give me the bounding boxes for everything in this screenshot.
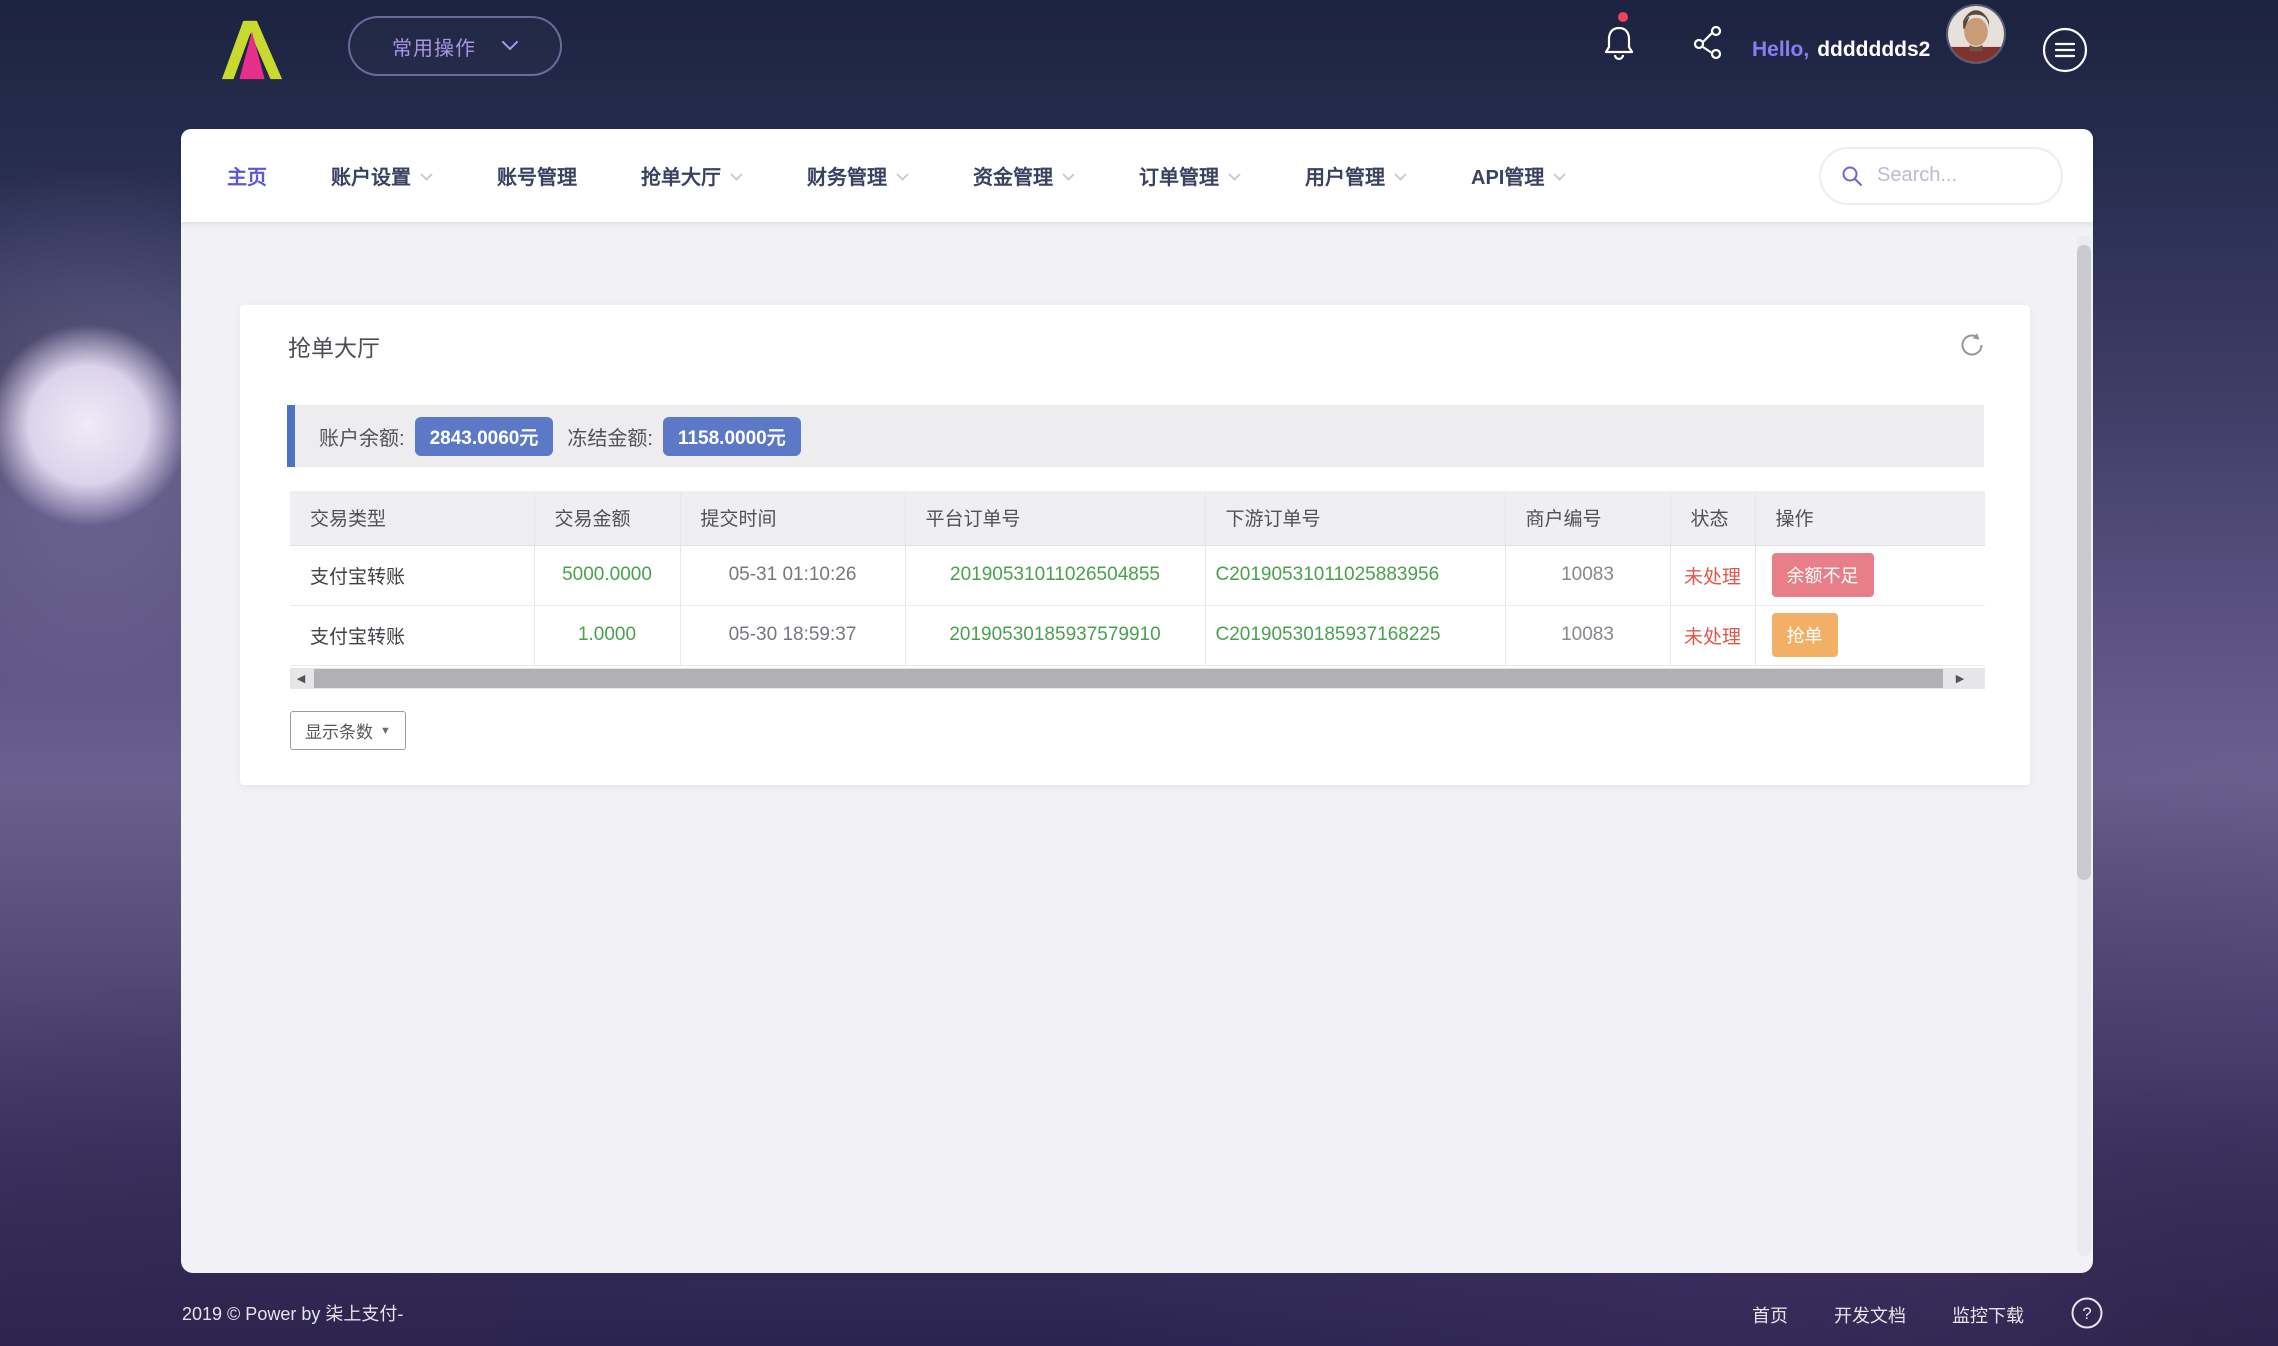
col-header-downstream-order: 下游订单号 — [1205, 491, 1505, 545]
brand-logo-icon[interactable] — [218, 18, 286, 80]
quick-actions-label: 常用操作 — [392, 32, 476, 61]
cell-type: 支付宝转账 — [290, 605, 534, 665]
username: ddddddds2 — [1817, 38, 1930, 62]
cell-status: 未处理 — [1670, 605, 1755, 665]
col-header-time: 提交时间 — [680, 491, 905, 545]
page-size-label: 显示条数 — [305, 718, 373, 743]
horizontal-scrollbar[interactable]: ◀ ▶ — [290, 668, 1985, 689]
page-size-dropdown[interactable]: 显示条数 ▼ — [290, 711, 406, 750]
chevron-down-icon — [730, 173, 743, 181]
table-row: 支付宝转账 1.0000 05-30 18:59:37 201905301859… — [290, 605, 1985, 665]
tab-account-manage[interactable]: 账号管理 — [497, 161, 577, 190]
cell-merchant-id: 10083 — [1505, 605, 1670, 665]
search-icon — [1841, 165, 1863, 187]
svg-text:?: ? — [2082, 1304, 2091, 1323]
cell-action: 余额不足 — [1755, 545, 1985, 605]
chevron-down-icon — [896, 173, 909, 181]
horizontal-scrollbar-thumb[interactable] — [314, 669, 1943, 688]
chevron-down-icon — [1394, 173, 1407, 181]
orders-table-wrap: 交易类型 交易金额 提交时间 平台订单号 下游订单号 商户编号 状态 操作 — [290, 491, 1985, 666]
notification-dot — [1618, 12, 1628, 22]
tab-home[interactable]: 主页 — [227, 161, 267, 190]
orders-table: 交易类型 交易金额 提交时间 平台订单号 下游订单号 商户编号 状态 操作 — [290, 491, 1985, 666]
copyright-text: 2019 © Power by 柒上支付- — [182, 1300, 403, 1326]
search-box — [1819, 147, 2063, 205]
chevron-down-icon — [1553, 173, 1566, 181]
content-area: 抢单大厅 账户余额: 2843.0060元 冻结金额: 1158.0000元 — [181, 222, 2093, 1273]
user-greeting: Hello, ddddddds2 — [1752, 0, 1930, 100]
page-background: 常用操作 Hello, ddddddds2 — [0, 0, 2278, 1346]
frozen-label: 冻结金额: — [567, 422, 653, 451]
chevron-down-icon — [420, 173, 433, 181]
tab-account-settings[interactable]: 账户设置 — [331, 161, 433, 190]
vertical-scrollbar-thumb[interactable] — [2077, 245, 2091, 880]
tab-order-manage[interactable]: 订单管理 — [1139, 161, 1241, 190]
avatar[interactable] — [1948, 6, 2004, 62]
col-header-status: 状态 — [1670, 491, 1755, 545]
footer-link-monitor-download[interactable]: 监控下载 — [1952, 1302, 2024, 1328]
search-input[interactable] — [1877, 164, 2027, 187]
grab-order-button[interactable]: 抢单 — [1772, 613, 1838, 657]
greeting-prefix: Hello, — [1752, 38, 1809, 62]
caret-down-icon: ▼ — [380, 725, 391, 737]
nav-bar: 主页 账户设置 账号管理 抢单大厅 财务管理 资金管理 订单管理 用户管理 AP… — [181, 129, 2093, 222]
chevron-down-icon — [502, 41, 518, 51]
insufficient-balance-button[interactable]: 余额不足 — [1772, 553, 1874, 597]
order-grab-panel: 抢单大厅 账户余额: 2843.0060元 冻结金额: 1158.0000元 — [240, 305, 2030, 785]
top-header: 常用操作 Hello, ddddddds2 — [0, 0, 2278, 100]
cell-amount: 1.0000 — [534, 605, 680, 665]
cell-status: 未处理 — [1670, 545, 1755, 605]
balance-bar: 账户余额: 2843.0060元 冻结金额: 1158.0000元 — [287, 405, 1984, 467]
balance-value-badge: 2843.0060元 — [415, 417, 554, 456]
cell-platform-order: 20190530185937579910 — [905, 605, 1205, 665]
tab-funds-manage[interactable]: 资金管理 — [973, 161, 1075, 190]
cell-downstream-order: C20190531011025883956 — [1205, 545, 1505, 605]
refresh-icon[interactable] — [1958, 331, 1986, 359]
tab-order-grab-hall[interactable]: 抢单大厅 — [641, 161, 743, 190]
menu-icon[interactable] — [2036, 21, 2094, 79]
quick-actions-dropdown[interactable]: 常用操作 — [348, 16, 562, 76]
col-header-merchant-id: 商户编号 — [1505, 491, 1670, 545]
frozen-value-badge: 1158.0000元 — [663, 417, 801, 456]
cell-merchant-id: 10083 — [1505, 545, 1670, 605]
cell-action: 抢单 — [1755, 605, 1985, 665]
help-icon[interactable]: ? — [2070, 1296, 2104, 1330]
col-header-amount: 交易金额 — [534, 491, 680, 545]
cell-type: 支付宝转账 — [290, 545, 534, 605]
cell-downstream-order: C20190530185937168225 — [1205, 605, 1505, 665]
table-row: 支付宝转账 5000.0000 05-31 01:10:26 201905310… — [290, 545, 1985, 605]
table-header-row: 交易类型 交易金额 提交时间 平台订单号 下游订单号 商户编号 状态 操作 — [290, 491, 1985, 545]
balance-label: 账户余额: — [319, 422, 405, 451]
main-shell: 主页 账户设置 账号管理 抢单大厅 财务管理 资金管理 订单管理 用户管理 AP… — [181, 129, 2093, 1273]
notifications-bell-icon[interactable] — [1602, 24, 1636, 62]
scroll-left-icon[interactable]: ◀ — [290, 672, 312, 685]
cell-time: 05-31 01:10:26 — [680, 545, 905, 605]
tab-user-manage[interactable]: 用户管理 — [1305, 161, 1407, 190]
footer-links: 首页 开发文档 监控下载 ? — [1752, 1300, 2104, 1330]
share-network-icon[interactable] — [1692, 24, 1726, 60]
footer-link-dev-docs[interactable]: 开发文档 — [1834, 1302, 1906, 1328]
col-header-platform-order: 平台订单号 — [905, 491, 1205, 545]
col-header-action: 操作 — [1755, 491, 1985, 545]
chevron-down-icon — [1062, 173, 1075, 181]
chevron-down-icon — [1228, 173, 1241, 181]
cell-amount: 5000.0000 — [534, 545, 680, 605]
cell-platform-order: 20190531011026504855 — [905, 545, 1205, 605]
tab-api-manage[interactable]: API管理 — [1471, 161, 1566, 190]
tab-finance-manage[interactable]: 财务管理 — [807, 161, 909, 190]
scroll-right-icon[interactable]: ▶ — [1949, 672, 1971, 685]
col-header-type: 交易类型 — [290, 491, 534, 545]
page-footer: 2019 © Power by 柒上支付- 首页 开发文档 监控下载 ? — [0, 1288, 2278, 1338]
panel-title: 抢单大厅 — [288, 329, 380, 363]
footer-link-home[interactable]: 首页 — [1752, 1302, 1788, 1328]
cell-time: 05-30 18:59:37 — [680, 605, 905, 665]
nav-tabs: 主页 账户设置 账号管理 抢单大厅 财务管理 资金管理 订单管理 用户管理 AP… — [227, 161, 1566, 190]
